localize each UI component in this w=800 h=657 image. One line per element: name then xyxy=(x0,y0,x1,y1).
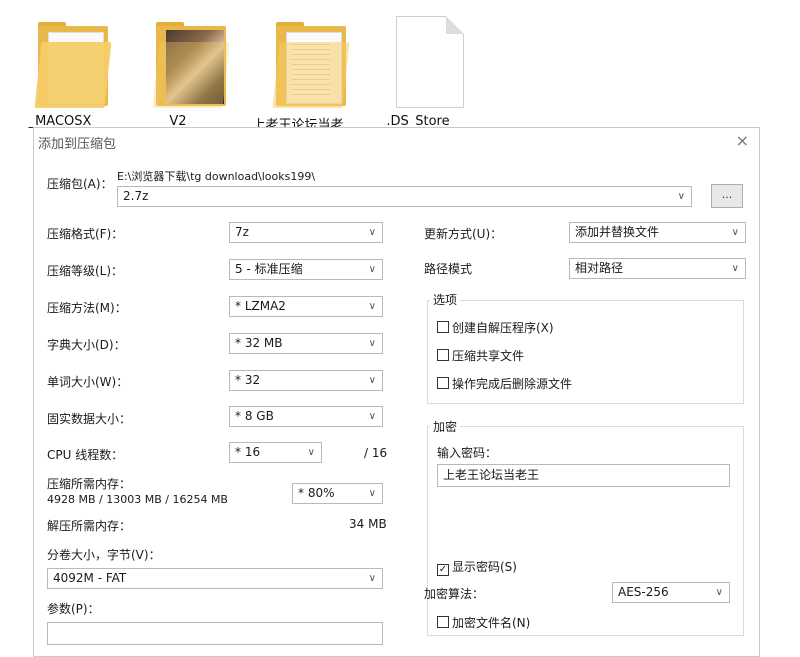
chevron-down-icon: ∨ xyxy=(368,573,376,584)
mem-compress-select[interactable]: * 80% ∨ xyxy=(292,483,383,504)
solid-value: * 8 GB xyxy=(235,409,274,423)
params-label: 参数(P)： xyxy=(47,602,100,616)
chevron-down-icon: ∨ xyxy=(715,587,723,598)
archive-path: E:\浏览器下载\tg download\looks199\ xyxy=(117,170,316,183)
chevron-down-icon: ∨ xyxy=(368,411,376,422)
encrypt-names-label: 加密文件名(N) xyxy=(452,616,531,630)
sfx-label: 创建自解压程序(X) xyxy=(452,321,554,335)
solid-select[interactable]: * 8 GB ∨ xyxy=(229,406,383,427)
volume-select[interactable]: 4092M - FAT ∨ xyxy=(47,568,383,589)
encryption-method-select[interactable]: AES-256 ∨ xyxy=(612,582,730,603)
delete-label: 操作完成后删除源文件 xyxy=(452,377,573,391)
word-select[interactable]: * 32 ∨ xyxy=(229,370,383,391)
level-select[interactable]: 5 - 标准压缩 ∨ xyxy=(229,259,383,280)
update-mode-value: 添加并替换文件 xyxy=(575,225,660,239)
method-label: 压缩方法(M)： xyxy=(47,301,127,315)
path-mode-label: 路径模式 xyxy=(424,262,473,276)
archive-label: 压缩包(A)： xyxy=(47,177,113,191)
archive-filename-combo[interactable]: 2.7z ∨ xyxy=(117,186,692,207)
encryption-method-label: 加密算法： xyxy=(424,587,485,601)
encryption-method-value: AES-256 xyxy=(618,585,669,599)
chevron-down-icon: ∨ xyxy=(368,227,376,238)
dict-value: * 32 MB xyxy=(235,336,283,350)
close-icon[interactable]: × xyxy=(736,131,749,150)
level-label: 压缩等级(L)： xyxy=(47,264,124,278)
chevron-down-icon: ∨ xyxy=(368,488,376,499)
dict-select[interactable]: * 32 MB ∨ xyxy=(229,333,383,354)
chevron-down-icon: ∨ xyxy=(307,447,315,458)
chevron-down-icon: ∨ xyxy=(368,338,376,349)
mem-compress-value: * 80% xyxy=(298,486,335,500)
method-select[interactable]: * LZMA2 ∨ xyxy=(229,296,383,317)
update-mode-select[interactable]: 添加并替换文件 ∨ xyxy=(569,222,746,243)
path-mode-value: 相对路径 xyxy=(575,261,624,275)
format-label: 压缩格式(F)： xyxy=(47,227,124,241)
checkbox-box xyxy=(437,321,449,333)
update-mode-label: 更新方式(U)： xyxy=(424,227,503,241)
encryption-group-title: 加密 xyxy=(430,418,461,435)
file-icon xyxy=(396,16,464,108)
show-password-label: 显示密码(S) xyxy=(452,560,517,574)
password-input[interactable]: 上老王论坛当老王 xyxy=(437,464,730,487)
format-select[interactable]: 7z ∨ xyxy=(229,222,383,243)
shared-checkbox[interactable]: 压缩共享文件 xyxy=(437,347,524,364)
sfx-checkbox[interactable]: 创建自解压程序(X) xyxy=(437,319,554,336)
threads-max: / 16 xyxy=(364,446,388,460)
volume-value: 4092M - FAT xyxy=(53,571,127,585)
threads-value: * 16 xyxy=(235,445,261,459)
shared-label: 压缩共享文件 xyxy=(452,349,525,363)
chevron-down-icon: ∨ xyxy=(731,227,739,238)
mem-compress-label: 压缩所需内存： xyxy=(47,477,132,491)
dialog-titlebar: 添加到压缩包 × xyxy=(34,128,759,154)
options-group-title: 选项 xyxy=(430,291,461,308)
checkbox-box xyxy=(437,616,449,628)
delete-checkbox[interactable]: 操作完成后删除源文件 xyxy=(437,375,572,392)
mem-compress-detail: 4928 MB / 13003 MB / 16254 MB xyxy=(47,493,228,506)
checkmark-icon: ✓ xyxy=(437,564,449,576)
browse-button[interactable]: ... xyxy=(711,184,743,208)
method-value: * LZMA2 xyxy=(235,299,286,313)
params-input[interactable] xyxy=(47,622,383,645)
mem-decompress-label: 解压所需内存： xyxy=(47,519,132,533)
level-value: 5 - 标准压缩 xyxy=(235,262,303,276)
password-label: 输入密码： xyxy=(437,446,498,460)
dialog-title: 添加到压缩包 xyxy=(38,137,117,152)
solid-label: 固实数据大小： xyxy=(47,412,132,426)
word-label: 单词大小(W)： xyxy=(47,375,129,389)
threads-select[interactable]: * 16 ∨ xyxy=(229,442,322,463)
chevron-down-icon: ∨ xyxy=(368,375,376,386)
chevron-down-icon: ∨ xyxy=(368,301,376,312)
threads-label: CPU 线程数： xyxy=(47,448,124,462)
chevron-down-icon: ∨ xyxy=(731,263,739,274)
checkbox-box xyxy=(437,349,449,361)
word-value: * 32 xyxy=(235,373,261,387)
volume-label: 分卷大小，字节(V)： xyxy=(47,548,161,562)
mem-decompress-value: 34 MB xyxy=(349,517,387,531)
show-password-checkbox[interactable]: ✓ 显示密码(S) xyxy=(437,558,517,576)
dict-label: 字典大小(D)： xyxy=(47,338,126,352)
path-mode-select[interactable]: 相对路径 ∨ xyxy=(569,258,746,279)
checkbox-box xyxy=(437,377,449,389)
archive-filename-value: 2.7z xyxy=(123,189,149,203)
format-value: 7z xyxy=(235,225,249,239)
chevron-down-icon: ∨ xyxy=(368,264,376,275)
add-to-archive-dialog: 添加到压缩包 × 压缩包(A)： E:\浏览器下载\tg download\lo… xyxy=(33,127,760,657)
encrypt-names-checkbox[interactable]: 加密文件名(N) xyxy=(437,614,530,631)
chevron-down-icon: ∨ xyxy=(677,191,685,202)
